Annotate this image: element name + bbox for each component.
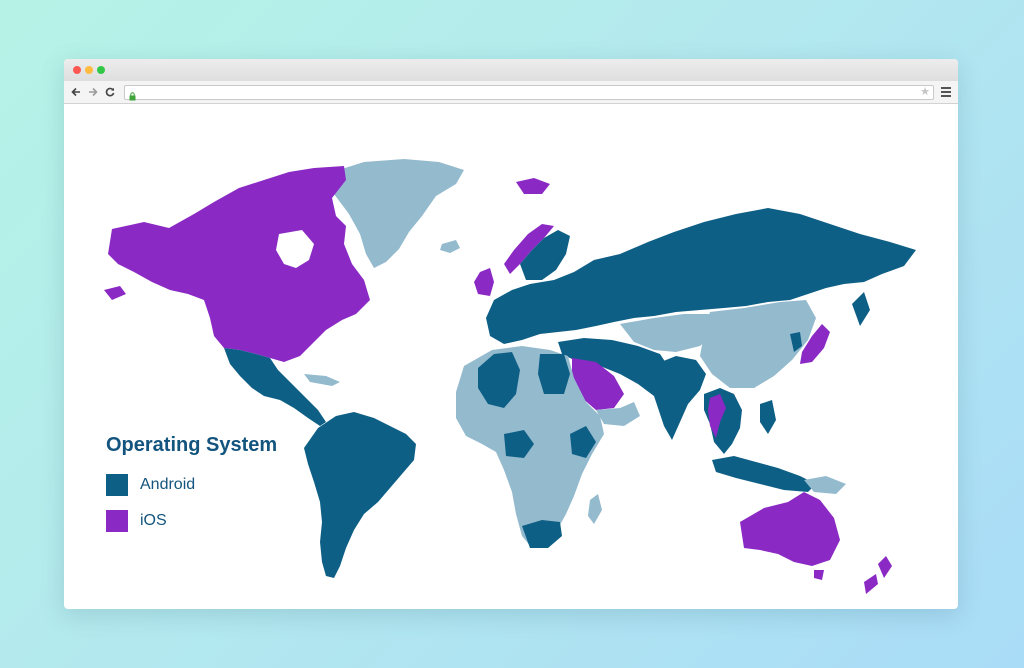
legend-label-android: Android [140,476,196,493]
region-north-america-ios [108,166,370,362]
region-caribbean [304,374,340,386]
region-kamchatka [852,292,870,326]
region-south-africa [522,520,562,548]
close-window-button[interactable] [73,66,81,74]
minimize-window-button[interactable] [85,66,93,74]
region-alaska-islands [104,286,126,300]
arrow-left-icon [71,87,80,97]
region-iceland [440,240,460,253]
region-philippines [760,400,776,434]
address-bar[interactable]: ★ [124,85,934,101]
legend-item-android: Android [106,473,277,497]
region-south-america [304,412,416,578]
legend-item-ios: iOS [106,509,277,533]
region-mexico-central-america [224,348,326,426]
back-button[interactable] [70,85,82,99]
browser-toolbar: ★ [64,81,958,104]
region-india [648,356,706,440]
legend-swatch-android [106,474,128,496]
region-united-kingdom [474,268,494,296]
legend-swatch-ios [106,510,128,532]
map-legend: Operating System Android iOS [106,434,277,545]
browser-window: ★ Operating System Android iOS [64,59,958,609]
region-australia [740,492,840,566]
arrow-right-icon [89,87,98,97]
hamburger-menu-icon[interactable] [941,87,951,99]
page-content: Operating System Android iOS [64,104,958,609]
region-new-zealand [864,556,892,594]
title-bar [64,59,958,81]
region-svalbard [516,178,550,194]
maximize-window-button[interactable] [97,66,105,74]
region-indonesia [712,456,816,492]
star-icon[interactable]: ★ [920,86,930,99]
region-tasmania [814,570,824,580]
legend-label-ios: iOS [140,512,167,529]
forward-button[interactable] [87,85,99,99]
reload-button[interactable] [104,85,116,99]
region-new-guinea [804,476,846,494]
reload-icon [105,87,115,97]
region-madagascar [588,494,602,524]
region-egypt [538,354,570,394]
legend-title: Operating System [106,434,278,456]
